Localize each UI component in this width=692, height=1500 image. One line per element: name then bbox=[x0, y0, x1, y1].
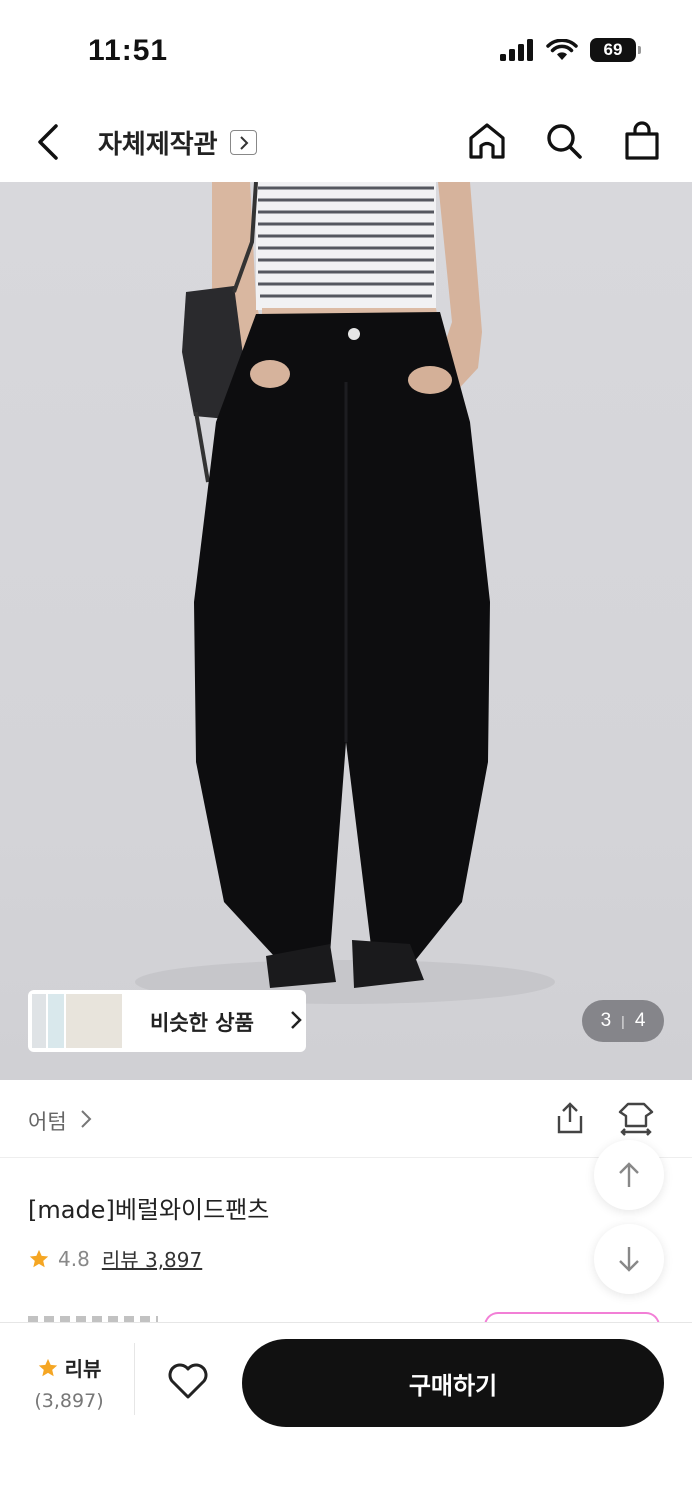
chevron-right-icon bbox=[81, 1110, 92, 1128]
similar-products-label: 비슷한 상품 bbox=[150, 1011, 254, 1035]
wifi-icon bbox=[546, 39, 578, 60]
star-icon bbox=[29, 1249, 49, 1267]
chevron-left-icon bbox=[38, 124, 58, 160]
brand-name[interactable]: 어텀 bbox=[28, 1106, 67, 1136]
rating-row: 4.8 리뷰 3,897 bbox=[28, 1244, 202, 1273]
buy-button[interactable]: 구매하기 bbox=[242, 1339, 664, 1427]
back-button[interactable] bbox=[28, 118, 68, 166]
bottom-review-button[interactable]: 리뷰 (3,897) bbox=[24, 1353, 114, 1412]
share-icon[interactable] bbox=[552, 1100, 588, 1136]
bottom-review-label: 리뷰 bbox=[64, 1357, 102, 1381]
search-icon bbox=[547, 124, 582, 159]
battery-level: 69 bbox=[603, 40, 623, 59]
chevron-right-icon bbox=[239, 135, 248, 150]
page-current: 3 bbox=[600, 1010, 612, 1031]
search-button[interactable] bbox=[541, 118, 587, 164]
brand-row: 어텀 bbox=[0, 1080, 692, 1158]
similar-products-thumbnail bbox=[32, 994, 124, 1048]
home-icon bbox=[469, 123, 505, 159]
page-separator: | bbox=[621, 1013, 625, 1029]
bottom-review-count: (3,897) bbox=[34, 1390, 104, 1412]
product-image-carousel[interactable]: 비슷한 상품 3 | 4 bbox=[0, 182, 692, 1080]
home-button[interactable] bbox=[464, 118, 510, 164]
scroll-up-button[interactable] bbox=[594, 1140, 664, 1210]
star-icon bbox=[38, 1358, 57, 1376]
clothing-size-icon[interactable] bbox=[616, 1100, 656, 1136]
similar-products-button[interactable]: 비슷한 상품 bbox=[28, 990, 306, 1052]
wishlist-button[interactable] bbox=[166, 1361, 210, 1405]
product-photo bbox=[135, 182, 555, 1004]
product-name: [made]베럴와이드팬츠 bbox=[28, 1196, 270, 1224]
shopping-bag-icon bbox=[625, 121, 659, 160]
rating-score: 4.8 bbox=[58, 1246, 90, 1271]
review-link[interactable]: 리뷰 3,897 bbox=[102, 1244, 202, 1273]
divider bbox=[134, 1343, 135, 1415]
battery-indicator: 69 bbox=[590, 38, 641, 62]
status-icons: 69 bbox=[500, 38, 641, 62]
nav-title-chevron-button[interactable] bbox=[230, 130, 257, 155]
top-nav: 자체제작관 bbox=[0, 100, 692, 182]
arrow-up-icon bbox=[619, 1162, 639, 1187]
nav-title[interactable]: 자체제작관 bbox=[98, 124, 218, 161]
price-row-peek bbox=[28, 1312, 168, 1322]
arrow-down-icon bbox=[619, 1247, 639, 1272]
cart-button[interactable] bbox=[619, 118, 665, 164]
signal-icon bbox=[500, 39, 533, 61]
status-time: 11:51 bbox=[88, 34, 169, 67]
page-total: 4 bbox=[634, 1010, 646, 1031]
bottom-review-label-row: 리뷰 bbox=[24, 1353, 114, 1382]
scroll-down-button[interactable] bbox=[594, 1224, 664, 1294]
image-page-counter: 3 | 4 bbox=[582, 1000, 664, 1042]
chevron-right-icon bbox=[291, 1011, 302, 1029]
heart-icon bbox=[168, 1363, 208, 1399]
status-bar: 11:51 69 bbox=[0, 0, 692, 100]
bottom-action-bar: 리뷰 (3,897) 구매하기 bbox=[0, 1322, 692, 1500]
